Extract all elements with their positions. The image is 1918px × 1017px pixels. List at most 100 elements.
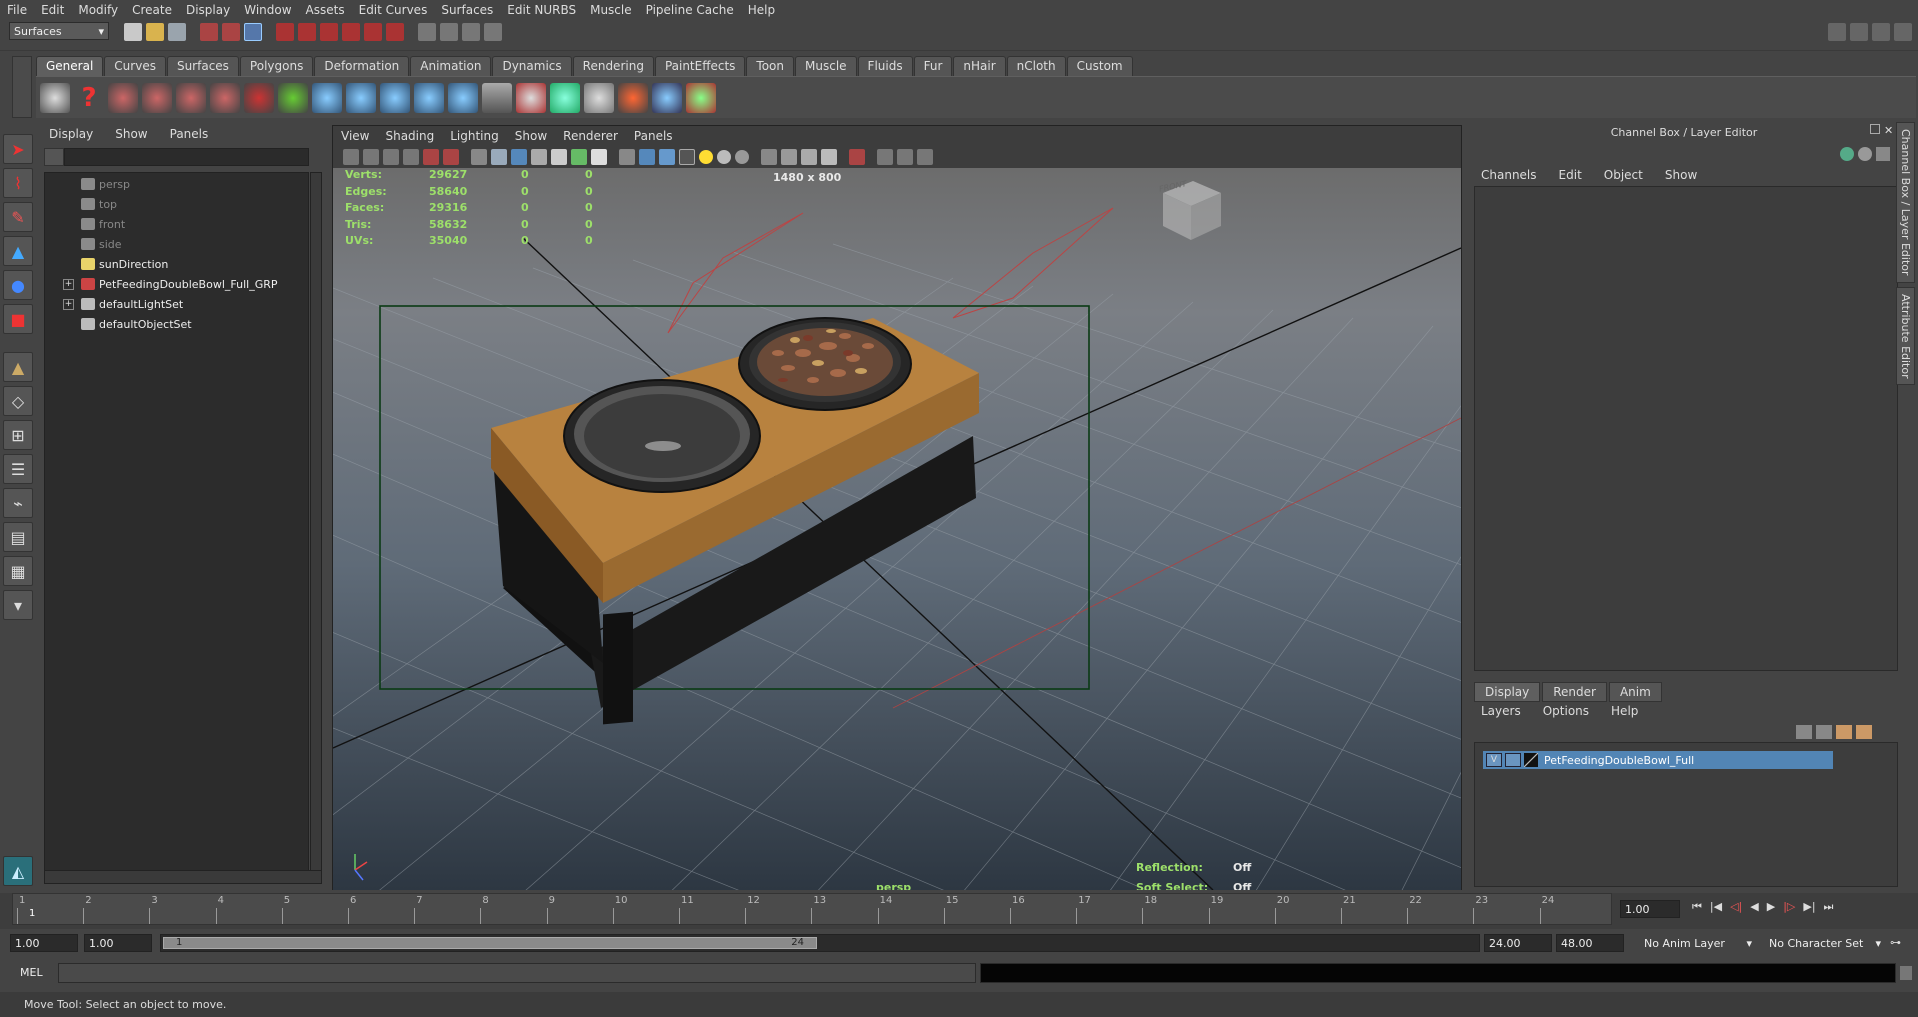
- shelf-tab-animation[interactable]: Animation: [410, 56, 492, 76]
- channel-menu-show[interactable]: Show: [1654, 168, 1708, 182]
- step-forward-frame-icon[interactable]: |▷: [1783, 900, 1795, 914]
- outliner-hscrollbar[interactable]: [44, 870, 322, 884]
- silhouette-icon[interactable]: [761, 149, 777, 165]
- script-language-toggle[interactable]: MEL: [10, 963, 56, 983]
- outliner-menu-show[interactable]: Show: [104, 127, 158, 141]
- default-lighting-icon[interactable]: [571, 149, 587, 165]
- snap-surface-icon[interactable]: [364, 23, 382, 41]
- layer-tab-render[interactable]: Render: [1542, 682, 1607, 702]
- camera-attributes-icon[interactable]: [343, 149, 359, 165]
- shelf-tab-ncloth[interactable]: nCloth: [1006, 56, 1066, 76]
- filter-icon[interactable]: [44, 148, 64, 166]
- outliner-item[interactable]: front: [45, 214, 308, 234]
- shelf-tab-fluids[interactable]: Fluids: [857, 56, 913, 76]
- render-frame-icon[interactable]: [440, 23, 458, 41]
- shaded-cube-icon[interactable]: [639, 149, 655, 165]
- axis-icon[interactable]: [686, 82, 716, 113]
- camera-select-icon[interactable]: [849, 149, 865, 165]
- anim-layer-dropdown[interactable]: No Anim Layer ▾: [1640, 934, 1756, 952]
- viewport-menu-show[interactable]: Show: [507, 129, 555, 143]
- viewport-canvas[interactable]: Verts: 29627 0 0 Edges: 58640 0 0 Faces: 29316 0 0 T…: [333, 168, 1461, 890]
- safe-title-icon[interactable]: [897, 149, 913, 165]
- viewport-menu-panels[interactable]: Panels: [626, 129, 681, 143]
- move-tool-icon[interactable]: ▲: [3, 236, 33, 266]
- channel-menu-object[interactable]: Object: [1593, 168, 1654, 182]
- menu-set-dropdown[interactable]: Surfaces ▾: [9, 22, 109, 40]
- tool-settings-toggle-icon[interactable]: [1872, 23, 1890, 41]
- cube-icon[interactable]: [550, 82, 580, 113]
- playback-end-field[interactable]: 24.00: [1484, 934, 1552, 952]
- outliner-item[interactable]: side: [45, 234, 308, 254]
- checker-icon[interactable]: [679, 149, 695, 165]
- menu-help[interactable]: Help: [741, 3, 782, 17]
- outliner-layout-icon[interactable]: ☰: [3, 454, 33, 484]
- render-2-icon[interactable]: [142, 82, 172, 113]
- texture-toggle-icon[interactable]: [591, 149, 607, 165]
- shelf-tab-general[interactable]: General: [36, 56, 104, 76]
- lattice-icon[interactable]: [652, 82, 682, 113]
- current-frame-marker[interactable]: 1: [29, 908, 35, 919]
- time-ruler[interactable]: 1 2 3 4 5 6 7 8 9 10 11 12 13 14 15 16 17 18 19 20 21 22 23 24 1: [12, 893, 1612, 925]
- script-editor-icon[interactable]: [1900, 966, 1912, 980]
- side-tab-channel-box[interactable]: Channel Box / Layer Editor: [1896, 122, 1915, 283]
- expand-toggle-icon[interactable]: +: [63, 298, 74, 310]
- motion-blur-icon[interactable]: [781, 149, 797, 165]
- play-forwards-icon[interactable]: ▶: [1767, 900, 1775, 914]
- paint-select-tool-icon[interactable]: ✎: [3, 202, 33, 232]
- shelf-tab-rendering[interactable]: Rendering: [572, 56, 654, 76]
- menu-window[interactable]: Window: [237, 3, 298, 17]
- outliner-menu-display[interactable]: Display: [38, 127, 104, 141]
- open-scene-icon[interactable]: [146, 23, 164, 41]
- menu-pipeline-cache[interactable]: Pipeline Cache: [639, 3, 741, 17]
- isolate-icon[interactable]: [619, 149, 635, 165]
- safe-action-icon[interactable]: [877, 149, 893, 165]
- layer-tab-anim[interactable]: Anim: [1608, 682, 1662, 702]
- end-time-field[interactable]: 48.00: [1556, 934, 1624, 952]
- shelf-tab-polygons[interactable]: Polygons: [239, 56, 314, 76]
- clapboard-icon[interactable]: [40, 82, 70, 113]
- smooth-shade-icon[interactable]: [491, 149, 507, 165]
- outliner-item[interactable]: sunDirection: [45, 254, 308, 274]
- rotate-tool-icon[interactable]: ●: [3, 270, 33, 300]
- render-icon[interactable]: [108, 82, 138, 113]
- shelf-tab-surfaces[interactable]: Surfaces: [166, 56, 239, 76]
- curve-tool-icon[interactable]: [244, 82, 274, 113]
- layout-icon[interactable]: [1828, 23, 1846, 41]
- custom-layout-icon[interactable]: ▾: [3, 590, 33, 620]
- menu-display[interactable]: Display: [179, 3, 237, 17]
- last-tool-icon[interactable]: ▲: [3, 352, 33, 382]
- range-slider-track[interactable]: 1 24: [160, 934, 1480, 952]
- menu-edit-curves[interactable]: Edit Curves: [352, 3, 435, 17]
- layer-menu-help[interactable]: Help: [1600, 704, 1649, 718]
- menu-modify[interactable]: Modify: [71, 3, 125, 17]
- image-plane-icon[interactable]: [383, 149, 399, 165]
- xray-icon[interactable]: [551, 149, 567, 165]
- paint-icon[interactable]: [516, 82, 546, 113]
- textured-cube-icon[interactable]: [659, 149, 675, 165]
- layer-menu-layers[interactable]: Layers: [1470, 704, 1532, 718]
- question-icon[interactable]: ?: [74, 83, 104, 113]
- select-tool-icon[interactable]: ➤: [3, 134, 33, 164]
- move-layer-up-icon[interactable]: [1796, 725, 1812, 739]
- sphere-icon[interactable]: [312, 82, 342, 113]
- outliner-item[interactable]: defaultObjectSet: [45, 314, 308, 334]
- new-scene-icon[interactable]: [124, 23, 142, 41]
- cube-2-icon[interactable]: [584, 82, 614, 113]
- light-icon[interactable]: [699, 150, 713, 164]
- new-layer-selected-icon[interactable]: [1856, 725, 1872, 739]
- grid-icon[interactable]: [403, 149, 419, 165]
- bookmark-icon[interactable]: [363, 149, 379, 165]
- command-input[interactable]: [58, 963, 976, 983]
- lasso-tool-icon[interactable]: ⌇: [3, 168, 33, 198]
- channel-menu-channels[interactable]: Channels: [1470, 168, 1548, 182]
- auto-key-icon[interactable]: ⊶: [1890, 936, 1901, 949]
- outliner-scrollbar[interactable]: [310, 172, 322, 872]
- outliner-search-input[interactable]: [64, 148, 309, 166]
- scale-tool-icon[interactable]: ■: [3, 304, 33, 334]
- move-layer-down-icon[interactable]: [1816, 725, 1832, 739]
- resolution-gate-icon[interactable]: [443, 149, 459, 165]
- shelf-tab-fur[interactable]: Fur: [913, 56, 953, 76]
- viewport-menu-lighting[interactable]: Lighting: [442, 129, 507, 143]
- ao-icon[interactable]: [735, 150, 749, 164]
- menu-muscle[interactable]: Muscle: [583, 3, 639, 17]
